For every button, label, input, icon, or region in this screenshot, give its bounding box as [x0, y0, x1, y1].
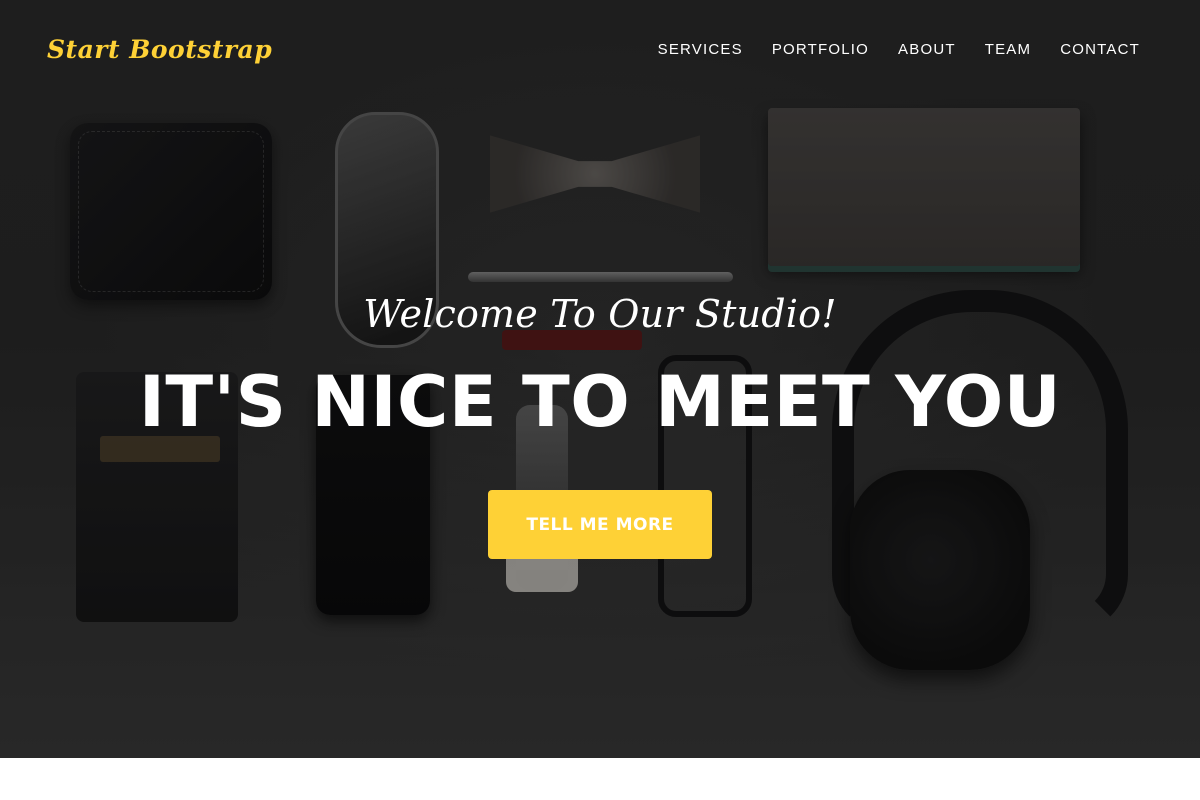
nav-link-services[interactable]: SERVICES [658, 41, 743, 58]
nav-link-portfolio[interactable]: PORTFOLIO [772, 41, 869, 58]
hero-section: Start Bootstrap SERVICES PORTFOLIO ABOUT… [0, 0, 1200, 758]
page-content-start [0, 758, 1200, 800]
hero-heading: IT'S NICE TO MEET YOU [138, 361, 1062, 443]
main-nav: SERVICES PORTFOLIO ABOUT TEAM CONTACT [658, 41, 1140, 58]
tell-me-more-button[interactable]: TELL ME MORE [488, 490, 712, 559]
hero-lead-in: Welcome To Our Studio! [363, 292, 837, 336]
nav-link-team[interactable]: TEAM [985, 41, 1031, 58]
nav-link-contact[interactable]: CONTACT [1060, 41, 1140, 58]
brand-logo-link[interactable]: Start Bootstrap [47, 35, 272, 64]
nav-link-about[interactable]: ABOUT [898, 41, 956, 58]
